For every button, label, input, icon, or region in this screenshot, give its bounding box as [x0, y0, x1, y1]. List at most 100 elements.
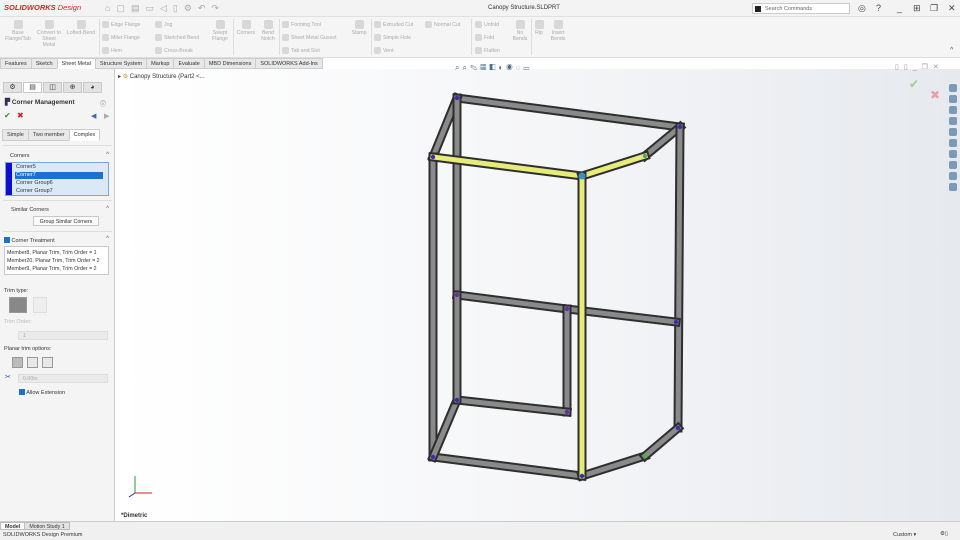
- lofted-bend-button[interactable]: Lofted-Bend: [64, 20, 98, 36]
- trim-option-1-button[interactable]: [12, 357, 23, 368]
- insert-bends-button[interactable]: Insert Bends: [547, 20, 569, 42]
- help-icon[interactable]: ?: [876, 3, 881, 13]
- unfold-button[interactable]: Unfold: [475, 21, 499, 28]
- forward-icon[interactable]: ▶: [104, 112, 109, 120]
- tab-sheet-metal[interactable]: Sheet Metal: [56, 58, 96, 69]
- corner-point[interactable]: [454, 397, 460, 403]
- corner-point[interactable]: [564, 409, 570, 415]
- corner-point[interactable]: [677, 124, 683, 130]
- list-item[interactable]: Corner Group6: [15, 180, 103, 187]
- status-icons[interactable]: ⚙▯: [940, 531, 948, 537]
- cancel-button[interactable]: ✖: [17, 111, 24, 120]
- gap-distance-input[interactable]: 0.00in: [18, 374, 108, 383]
- tab-model[interactable]: Model: [0, 522, 26, 530]
- ok-button[interactable]: ✔: [4, 111, 11, 120]
- rip-button[interactable]: Rip: [532, 20, 546, 36]
- list-item[interactable]: Corner5: [15, 164, 103, 171]
- structural-member[interactable]: [454, 95, 683, 130]
- corner-point[interactable]: [430, 154, 436, 160]
- vent-button[interactable]: Vent: [374, 47, 393, 54]
- layout-button[interactable]: ⊞: [913, 3, 921, 14]
- subtab-complex[interactable]: Complex: [68, 129, 101, 141]
- collapse-treatment-icon[interactable]: ^: [106, 236, 109, 242]
- fold-button[interactable]: Fold: [475, 34, 494, 41]
- trim-option-3-button[interactable]: [42, 357, 53, 368]
- jog-button[interactable]: Jog: [155, 21, 172, 28]
- structural-member[interactable]: [578, 452, 649, 480]
- cross-break-button[interactable]: Cross-Break: [155, 47, 193, 54]
- structural-member[interactable]: [641, 424, 682, 460]
- tab-mbd-dimensions[interactable]: MBD Dimensions: [203, 58, 257, 69]
- corner-point[interactable]: [675, 425, 681, 431]
- collapse-ribbon-icon[interactable]: ^: [950, 47, 953, 54]
- property-manager-tab[interactable]: ▤: [23, 82, 42, 93]
- sheet-metal-gusset-button[interactable]: Sheet Metal Gusset: [282, 34, 337, 41]
- corner-point[interactable]: [454, 292, 460, 298]
- feature-manager-tab[interactable]: ⚙: [3, 82, 22, 93]
- corner-point[interactable]: [454, 95, 460, 101]
- structural-member[interactable]: [454, 292, 570, 312]
- corner-point[interactable]: [430, 454, 436, 460]
- user-icon[interactable]: ◎: [858, 3, 866, 14]
- stamp-button[interactable]: Stamp: [348, 20, 370, 36]
- task-pane-tabs[interactable]: [947, 84, 959, 194]
- close-button[interactable]: ✕: [948, 3, 956, 14]
- planar-trim-button[interactable]: [9, 297, 27, 313]
- forming-tool-button[interactable]: Forming Tool: [282, 21, 321, 28]
- selected-member[interactable]: [578, 152, 649, 180]
- list-item[interactable]: Corner7: [15, 172, 103, 179]
- list-item[interactable]: Corner Group7: [15, 188, 103, 195]
- corner-point[interactable]: [673, 319, 679, 325]
- corner-treatment-list[interactable]: Member8, Planar Trim, Trim Order = 1 Mem…: [4, 246, 109, 275]
- hem-button[interactable]: Hem: [102, 47, 122, 54]
- group-similar-corners-button[interactable]: Group Similar Corners: [33, 216, 99, 226]
- corners-button[interactable]: Corners: [234, 20, 258, 36]
- solidworks-logo[interactable]: SOLIDWORKS Design: [4, 3, 81, 12]
- structural-member[interactable]: [430, 454, 585, 479]
- treatment-line[interactable]: Member9, Planar Trim, Trim Order = 2: [7, 265, 106, 273]
- tab-evaluate[interactable]: Evaluate: [173, 58, 205, 69]
- back-icon[interactable]: ◀: [91, 112, 96, 120]
- corner-point[interactable]: [579, 473, 585, 479]
- tab-solidworks-addins[interactable]: SOLIDWORKS Add-Ins: [255, 58, 323, 69]
- graphics-viewport[interactable]: ▸ ⚙ Canopy Structure (Part2 <... ⌕⌕✎▦◧◐◉…: [115, 63, 960, 521]
- canopy-frame-model[interactable]: [115, 69, 960, 521]
- treatment-line[interactable]: Member8, Planar Trim, Trim Order = 1: [7, 249, 106, 257]
- normal-cut-button[interactable]: Normal Cut: [425, 21, 460, 28]
- structural-member[interactable]: [641, 123, 684, 160]
- tab-markup[interactable]: Markup: [146, 58, 175, 69]
- tab-motion-study[interactable]: Motion Study 1: [24, 522, 70, 530]
- minimize-button[interactable]: _: [897, 3, 902, 13]
- end-trim-button[interactable]: [33, 297, 47, 313]
- corners-list[interactable]: Corner5 Corner7 Corner Group6 Corner Gro…: [5, 162, 109, 196]
- trim-option-2-button[interactable]: [27, 357, 38, 368]
- unit-system-dropdown[interactable]: Custom ▾: [893, 532, 916, 538]
- bend-notch-button[interactable]: Bend Notch: [258, 20, 278, 42]
- search-commands-input[interactable]: Search Commands: [752, 3, 850, 14]
- subtab-two-member[interactable]: Two member: [27, 129, 70, 141]
- dimxpert-tab[interactable]: ⊕: [63, 82, 82, 93]
- collapse-corners-icon[interactable]: ^: [106, 152, 109, 158]
- configuration-manager-tab[interactable]: ◫: [43, 82, 62, 93]
- flatten-button[interactable]: Flatten: [475, 47, 500, 54]
- convert-sheet-metal-button[interactable]: Convert to Sheet Metal: [36, 20, 62, 48]
- corner-treatment-heading[interactable]: Corner Treatment: [4, 237, 55, 244]
- quick-access-toolbar[interactable]: ⌂▢▤▭◁▯⚙↶↷: [105, 3, 225, 14]
- corner-point[interactable]: [578, 172, 586, 180]
- swept-flange-button[interactable]: Swept Flange: [208, 20, 232, 42]
- corner-point[interactable]: [564, 306, 570, 312]
- edge-flange-button[interactable]: Edge Flange: [102, 21, 140, 28]
- display-manager-tab[interactable]: ◕: [83, 82, 102, 93]
- tab-and-slot-button[interactable]: Tab and Slot: [282, 47, 320, 54]
- base-flange-button[interactable]: Base Flange/Tab: [4, 20, 32, 42]
- sketched-bend-button[interactable]: Sketched Bend: [155, 34, 199, 41]
- tab-sketch[interactable]: Sketch: [30, 58, 58, 69]
- tab-structure-system[interactable]: Structure System: [94, 58, 148, 69]
- corner-point[interactable]: [642, 153, 648, 159]
- corner-point[interactable]: [642, 453, 648, 459]
- miter-flange-button[interactable]: Miter Flange: [102, 34, 140, 41]
- trim-order-spinner[interactable]: 1: [18, 331, 108, 340]
- simple-hole-button[interactable]: Simple Hole: [374, 34, 411, 41]
- restore-button[interactable]: ❐: [930, 3, 938, 14]
- collapse-similar-icon[interactable]: ^: [106, 206, 109, 212]
